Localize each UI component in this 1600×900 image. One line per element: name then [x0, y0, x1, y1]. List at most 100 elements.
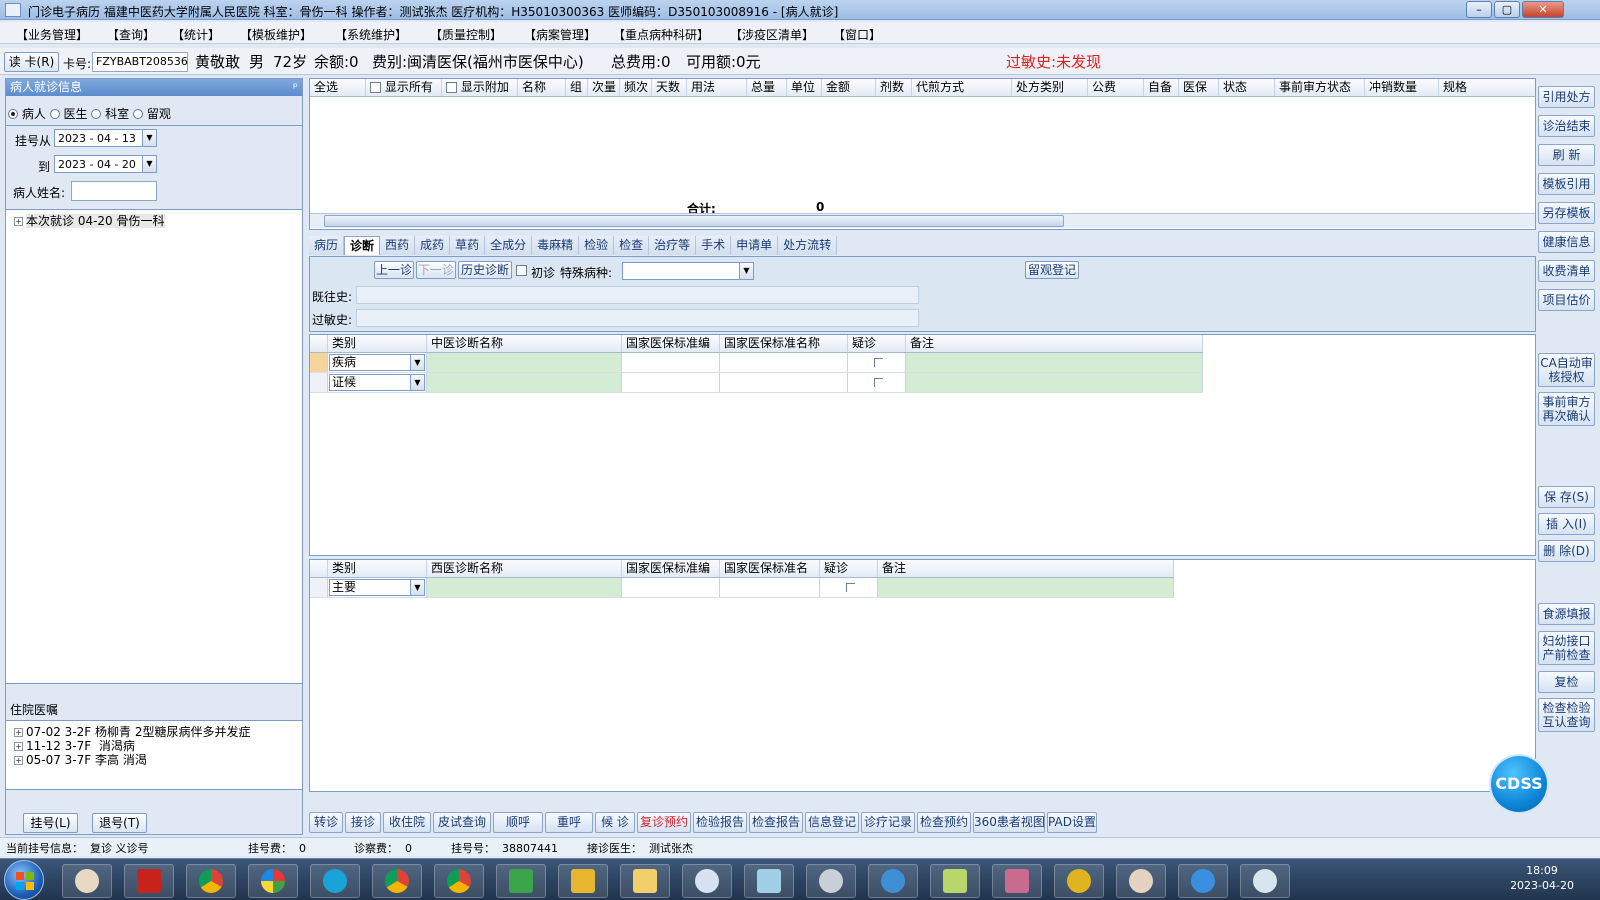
row-selector[interactable]: [310, 353, 328, 372]
col-insurance[interactable]: 医保: [1179, 79, 1219, 96]
doctor-app-icon[interactable]: [62, 864, 112, 898]
col-category[interactable]: 类别: [328, 560, 427, 577]
health-info-button[interactable]: 健康信息: [1538, 231, 1595, 253]
tab-full-ingredient[interactable]: 全成分: [485, 236, 533, 255]
tab-patent-medicine[interactable]: 成药: [415, 236, 451, 255]
maternal-interface-button[interactable]: 妇幼接口产前检查: [1538, 631, 1595, 665]
mutual-recognition-button[interactable]: 检查检验互认查询: [1538, 698, 1595, 732]
maximize-icon[interactable]: ▢: [1494, 1, 1520, 18]
lab-report-button[interactable]: 检验报告: [693, 812, 747, 833]
category-select[interactable]: 证候 ▼: [329, 374, 425, 391]
menu-system[interactable]: 【系统维护】: [335, 26, 407, 43]
horizontal-scrollbar[interactable]: [310, 213, 1535, 228]
sogou-icon[interactable]: [310, 864, 360, 898]
expand-icon[interactable]: +: [14, 742, 23, 751]
save-template-button[interactable]: 另存模板: [1538, 202, 1595, 224]
tab-diagnosis[interactable]: 诊断: [344, 236, 381, 255]
chevron-down-icon[interactable]: ▼: [739, 263, 753, 279]
category-cell[interactable]: 主要 ▼: [328, 578, 427, 597]
col-group[interactable]: 组: [566, 79, 588, 96]
category-cell[interactable]: 证候 ▼: [328, 373, 427, 392]
sql-query-icon[interactable]: [682, 864, 732, 898]
list-item[interactable]: +05-07 3-7F 李高 消渴: [14, 751, 147, 768]
close-icon[interactable]: ✕: [1522, 1, 1564, 18]
insert-button[interactable]: 插 入(I): [1538, 513, 1595, 535]
menu-quality[interactable]: 【质量控制】: [430, 26, 502, 43]
col-writeoff[interactable]: 冲销数量: [1365, 79, 1439, 96]
row-selector[interactable]: [310, 373, 328, 392]
revisit-booking-button[interactable]: 复诊预约: [637, 812, 691, 833]
reg-from-date[interactable]: 2023 - 04 - 13 ▼: [54, 129, 157, 147]
chrome-icon[interactable]: [186, 864, 236, 898]
waiting-button[interactable]: 候 诊: [595, 812, 635, 833]
standard-code-cell[interactable]: [622, 353, 720, 372]
checkbox-icon[interactable]: [370, 82, 381, 93]
show-extra-toggle[interactable]: 显示附加: [442, 79, 518, 96]
col-frequency[interactable]: 频次: [620, 79, 652, 96]
wm-name-cell[interactable]: [427, 578, 622, 597]
save-button[interactable]: 保 存(S): [1538, 486, 1595, 508]
tab-narcotics[interactable]: 毒麻精: [532, 236, 580, 255]
referral-button[interactable]: 转诊: [309, 812, 343, 833]
table-row[interactable]: 证候 ▼: [310, 373, 1203, 393]
col-remarks[interactable]: 备注: [906, 335, 1203, 352]
category-select[interactable]: 疾病 ▼: [329, 354, 425, 371]
visit-records-button[interactable]: 诊疗记录: [861, 812, 915, 833]
tcm-name-cell[interactable]: [427, 353, 622, 372]
checkbox-icon[interactable]: [446, 82, 457, 93]
accept-button[interactable]: 接诊: [345, 812, 381, 833]
checkbox-icon[interactable]: [874, 358, 883, 367]
col-status[interactable]: 状态: [1219, 79, 1275, 96]
menu-records[interactable]: 【病案管理】: [524, 26, 596, 43]
register-button[interactable]: 挂号(L): [23, 813, 78, 833]
folder-icon[interactable]: [620, 864, 670, 898]
col-standard-code[interactable]: 国家医保标准编: [622, 560, 720, 577]
tab-treatment[interactable]: 治疗等: [649, 236, 697, 255]
menu-template[interactable]: 【模板维护】: [240, 26, 312, 43]
food-source-button[interactable]: 食源填报: [1538, 603, 1595, 625]
category-cell[interactable]: 疾病 ▼: [328, 353, 427, 372]
recheck-button[interactable]: 复检: [1538, 671, 1595, 693]
chevron-down-icon[interactable]: ▼: [142, 156, 156, 172]
standard-name-cell[interactable]: [720, 373, 848, 392]
col-dose[interactable]: 次量: [588, 79, 620, 96]
read-card-button[interactable]: 读 卡(R): [4, 52, 59, 72]
radio-patient[interactable]: 病人: [8, 107, 46, 121]
menu-stats[interactable]: 【统计】: [172, 26, 220, 43]
col-standard-name[interactable]: 国家医保标准名: [720, 560, 820, 577]
col-amount[interactable]: 金额: [822, 79, 876, 96]
refresh-button[interactable]: 刷 新: [1538, 144, 1595, 166]
minimize-icon[interactable]: –: [1466, 1, 1492, 18]
col-spec[interactable]: 规格: [1439, 79, 1495, 96]
col-category[interactable]: 类别: [328, 335, 427, 352]
remarks-cell[interactable]: [878, 578, 1174, 597]
expand-icon[interactable]: +: [14, 756, 23, 765]
col-days[interactable]: 天数: [652, 79, 687, 96]
delete-button[interactable]: 删 除(D): [1538, 540, 1595, 562]
pre-review-confirm-button[interactable]: 事前审方再次确认: [1538, 392, 1595, 426]
col-pre-review[interactable]: 事前审方状态: [1275, 79, 1365, 96]
menu-window[interactable]: 【窗口】: [833, 26, 881, 43]
history-diagnosis-button[interactable]: 历史诊断: [458, 261, 512, 279]
col-self[interactable]: 自备: [1144, 79, 1179, 96]
unregister-button[interactable]: 退号(T): [92, 813, 147, 833]
tab-rx-flow[interactable]: 处方流转: [778, 236, 838, 255]
table-row[interactable]: 主要 ▼: [310, 578, 1174, 598]
col-standard-code[interactable]: 国家医保标准编: [622, 335, 720, 352]
expand-icon[interactable]: +: [14, 217, 23, 226]
notes-icon[interactable]: [744, 864, 794, 898]
photos-icon[interactable]: [248, 864, 298, 898]
allergy-history-input[interactable]: [356, 309, 919, 327]
row-selector-header[interactable]: [310, 560, 328, 577]
cite-rx-button[interactable]: 引用处方: [1538, 86, 1595, 108]
pad-settings-button[interactable]: PAD设置: [1047, 812, 1097, 833]
pdf-reader-icon[interactable]: [124, 864, 174, 898]
cite-template-button[interactable]: 模板引用: [1538, 173, 1595, 195]
tcm-name-cell[interactable]: [427, 373, 622, 392]
tab-herbal[interactable]: 草药: [450, 236, 486, 255]
menu-query[interactable]: 【查询】: [107, 26, 155, 43]
standard-name-cell[interactable]: [720, 353, 848, 372]
sql-tool-icon[interactable]: [558, 864, 608, 898]
exam-booking-button[interactable]: 检查预约: [917, 812, 971, 833]
system-clock[interactable]: 18:09 2023-04-20: [1510, 863, 1574, 893]
